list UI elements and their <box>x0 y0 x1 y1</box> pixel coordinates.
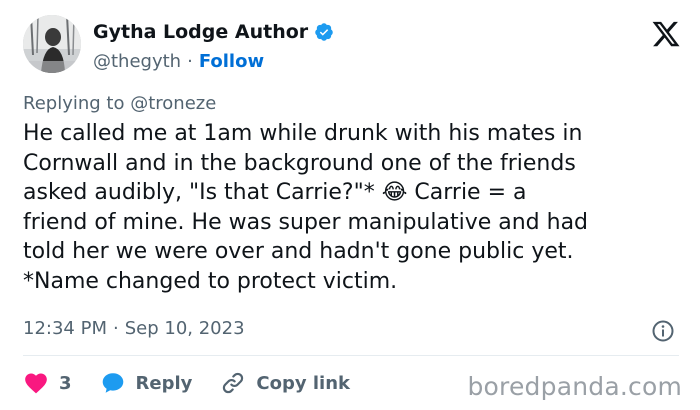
author-handle-row: @thegyth · Follow <box>93 51 264 72</box>
boredpanda-watermark: boredpanda.com <box>467 372 682 401</box>
author-handle[interactable]: @thegyth <box>93 51 181 72</box>
like-count: 3 <box>59 372 72 394</box>
tweet-date: Sep 10, 2023 <box>124 318 245 339</box>
replying-to-mention[interactable]: @troneze <box>130 93 216 114</box>
copy-link-button[interactable]: Copy link <box>220 370 350 396</box>
replying-to-prefix: Replying to <box>23 93 125 114</box>
tweet-time: 12:34 PM <box>23 318 107 339</box>
like-button[interactable]: 3 <box>23 370 72 396</box>
follow-button[interactable]: Follow <box>199 51 264 72</box>
reply-bubble-icon <box>102 373 123 393</box>
reply-label: Reply <box>135 372 193 394</box>
replying-to: Replying to @troneze <box>23 93 216 114</box>
link-icon <box>223 372 244 394</box>
tweet-actions: 3 Reply Copy link <box>23 368 378 398</box>
author-display-name[interactable]: Gytha Lodge Author <box>93 21 308 43</box>
reply-button[interactable]: Reply <box>100 370 193 396</box>
verified-badge-icon <box>315 23 333 41</box>
actions-divider <box>23 355 679 356</box>
timestamp-separator: · <box>112 318 119 339</box>
x-logo-icon[interactable] <box>651 19 681 49</box>
tweet-timestamp[interactable]: 12:34 PM · Sep 10, 2023 <box>23 318 245 339</box>
tweet-text: He called me at 1am while drunk with his… <box>23 121 589 294</box>
info-icon[interactable] <box>651 319 675 343</box>
avatar-photo <box>23 15 81 73</box>
handle-separator: · <box>187 51 193 72</box>
tweet-header: Gytha Lodge Author @thegyth · Follow <box>23 15 683 79</box>
heart-icon <box>25 373 47 394</box>
author-name-row: Gytha Lodge Author <box>93 21 334 43</box>
avatar[interactable] <box>23 15 81 73</box>
copy-link-label: Copy link <box>256 372 350 394</box>
